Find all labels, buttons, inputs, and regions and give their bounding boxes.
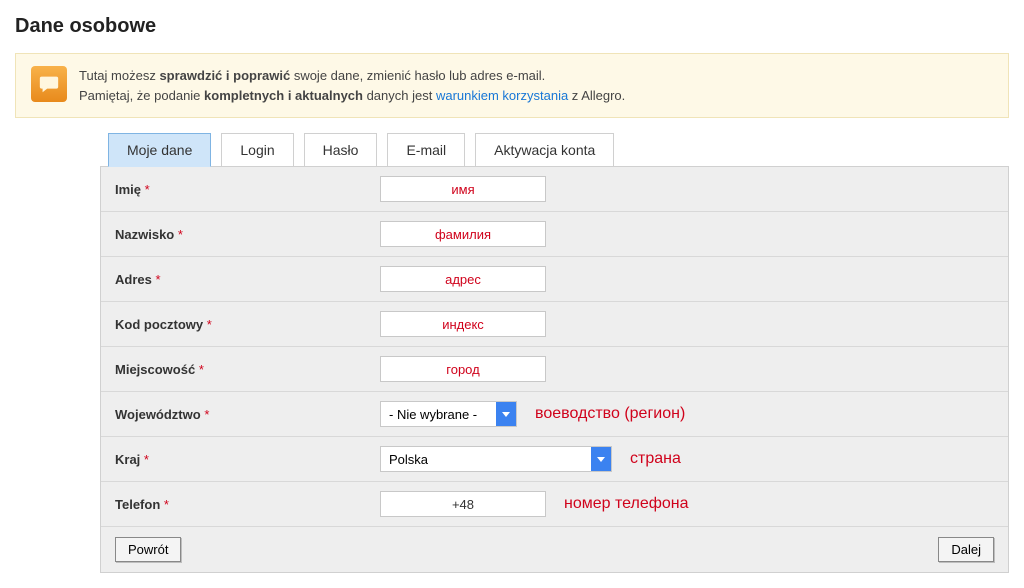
- buttons-row: Powrót Dalej: [101, 527, 1008, 572]
- notice-text: Tutaj możesz sprawdzić i poprawić swoje …: [79, 66, 625, 105]
- tab-login[interactable]: Login: [221, 133, 293, 167]
- row-wojewodztwo: Województwo * - Nie wybrane - воеводство…: [101, 392, 1008, 437]
- chat-bubble-icon: [31, 66, 67, 102]
- input-kod[interactable]: [380, 311, 546, 337]
- notice-line1-prefix: Tutaj możesz: [79, 68, 159, 83]
- row-miejscowosc: Miejscowość *: [101, 347, 1008, 392]
- label-adres: Adres *: [115, 272, 380, 287]
- required-marker: *: [207, 317, 212, 332]
- tab-email[interactable]: E-mail: [387, 133, 465, 167]
- notice-line2-prefix: Pamiętaj, że podanie: [79, 88, 204, 103]
- form-wrap: Moje dane Login Hasło E-mail Aktywacja k…: [100, 133, 1009, 573]
- form-panel: Imię * Nazwisko * Adres * Kod pocztowy *: [100, 166, 1009, 573]
- tab-aktywacja[interactable]: Aktywacja konta: [475, 133, 614, 167]
- select-wojewodztwo-wrap: - Nie wybrane -: [380, 401, 517, 427]
- notice-terms-link[interactable]: warunkiem korzystania: [436, 88, 568, 103]
- input-imie[interactable]: [380, 176, 546, 202]
- notice-line1-bold: sprawdzić i poprawić: [159, 68, 290, 83]
- input-telefon[interactable]: [380, 491, 546, 517]
- select-kraj-wrap: Polska: [380, 446, 612, 472]
- label-nazwisko: Nazwisko *: [115, 227, 380, 242]
- notice-box: Tutaj możesz sprawdzić i poprawić swoje …: [15, 53, 1009, 118]
- label-telefon: Telefon *: [115, 497, 380, 512]
- select-kraj[interactable]: Polska: [381, 447, 611, 471]
- next-button[interactable]: Dalej: [938, 537, 994, 562]
- page-title: Dane osobowe: [15, 15, 1009, 38]
- notice-line1-suffix: swoje dane, zmienić hasło lub adres e-ma…: [290, 68, 545, 83]
- notice-line2-suffix: z Allegro.: [568, 88, 625, 103]
- row-kod: Kod pocztowy *: [101, 302, 1008, 347]
- tab-haslo[interactable]: Hasło: [304, 133, 378, 167]
- label-kraj: Kraj *: [115, 452, 380, 467]
- input-nazwisko[interactable]: [380, 221, 546, 247]
- tabs: Moje dane Login Hasło E-mail Aktywacja k…: [108, 133, 1009, 167]
- select-wojewodztwo[interactable]: - Nie wybrane -: [381, 402, 516, 426]
- row-telefon: Telefon * номер телефона: [101, 482, 1008, 527]
- tab-moje-dane[interactable]: Moje dane: [108, 133, 211, 167]
- annot-wojewodztwo: воеводство (регион): [535, 405, 685, 423]
- row-nazwisko: Nazwisko *: [101, 212, 1008, 257]
- required-marker: *: [155, 272, 160, 287]
- row-kraj: Kraj * Polska страна: [101, 437, 1008, 482]
- input-miejscowosc[interactable]: [380, 356, 546, 382]
- row-imie: Imię *: [101, 167, 1008, 212]
- required-marker: *: [144, 452, 149, 467]
- required-marker: *: [178, 227, 183, 242]
- label-imie: Imię *: [115, 182, 380, 197]
- back-button[interactable]: Powrót: [115, 537, 181, 562]
- label-kod: Kod pocztowy *: [115, 317, 380, 332]
- annot-telefon: номер телефона: [564, 495, 689, 513]
- required-marker: *: [204, 407, 209, 422]
- label-wojewodztwo: Województwo *: [115, 407, 380, 422]
- label-miejscowosc: Miejscowość *: [115, 362, 380, 377]
- required-marker: *: [164, 497, 169, 512]
- row-adres: Adres *: [101, 257, 1008, 302]
- notice-line2-middle: danych jest: [363, 88, 436, 103]
- required-marker: *: [145, 182, 150, 197]
- notice-line2-bold: kompletnych i aktualnych: [204, 88, 363, 103]
- input-adres[interactable]: [380, 266, 546, 292]
- required-marker: *: [199, 362, 204, 377]
- annot-kraj: страна: [630, 450, 681, 468]
